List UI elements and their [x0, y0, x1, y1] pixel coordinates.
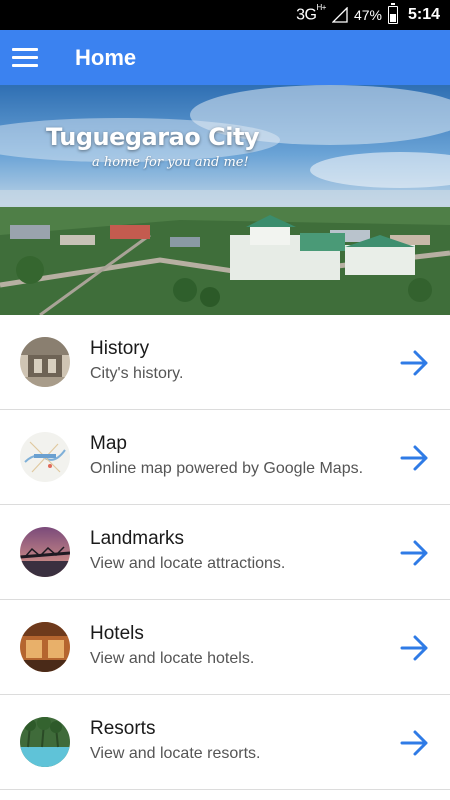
arrow-right-icon[interactable]: [400, 633, 430, 663]
list-item-title: History: [90, 338, 150, 359]
arrow-right-icon[interactable]: [400, 348, 430, 378]
list-item-landmarks[interactable]: Landmarks View and locate attractions.: [0, 505, 450, 600]
list-item-title: Map: [90, 433, 127, 454]
hero-title: Tuguegarao City: [46, 123, 260, 151]
list-item-subtitle: View and locate resorts.: [90, 745, 261, 762]
app-bar: Home: [0, 30, 450, 85]
hero-banner: Tuguegarao City a home for you and me!: [0, 85, 450, 315]
clock: 5:14: [407, 6, 440, 23]
landmarks-thumbnail: [20, 527, 70, 577]
list-item-subtitle: City's history.: [90, 365, 184, 382]
resorts-thumbnail: [20, 717, 70, 767]
hamburger-menu-icon[interactable]: [0, 30, 70, 85]
menu-list: History City's history. Map Online map p…: [0, 315, 450, 790]
network-indicator: 3GH+: [296, 2, 326, 24]
list-item-resorts[interactable]: Resorts View and locate resorts.: [0, 695, 450, 790]
history-thumbnail: [20, 337, 70, 387]
battery-fill: [389, 14, 396, 22]
signal-icon: [331, 7, 348, 23]
arrow-right-icon[interactable]: [400, 443, 430, 473]
list-item-map[interactable]: Map Online map powered by Google Maps.: [0, 410, 450, 505]
arrow-right-icon[interactable]: [400, 538, 430, 568]
map-thumbnail: [20, 432, 70, 482]
battery-icon: [387, 3, 398, 24]
list-item-history[interactable]: History City's history.: [0, 315, 450, 410]
hero-tagline: a home for you and me!: [92, 155, 249, 170]
list-item-subtitle: View and locate attractions.: [90, 555, 286, 572]
network-type: 3G: [296, 6, 317, 24]
battery-percent: 47%: [353, 7, 382, 23]
list-item-subtitle: View and locate hotels.: [90, 650, 255, 667]
status-bar: 3GH+ 47% 5:14: [0, 0, 450, 30]
network-subtype: H+: [316, 2, 326, 12]
list-item-title: Hotels: [90, 623, 144, 644]
list-item-subtitle: Online map powered by Google Maps.: [90, 460, 364, 477]
arrow-right-icon[interactable]: [400, 728, 430, 758]
city-aerial-image: [0, 85, 450, 315]
list-item-title: Landmarks: [90, 528, 184, 549]
list-item-title: Resorts: [90, 718, 156, 739]
list-item-hotels[interactable]: Hotels View and locate hotels.: [0, 600, 450, 695]
hotels-thumbnail: [20, 622, 70, 672]
page-title: Home: [75, 44, 137, 70]
